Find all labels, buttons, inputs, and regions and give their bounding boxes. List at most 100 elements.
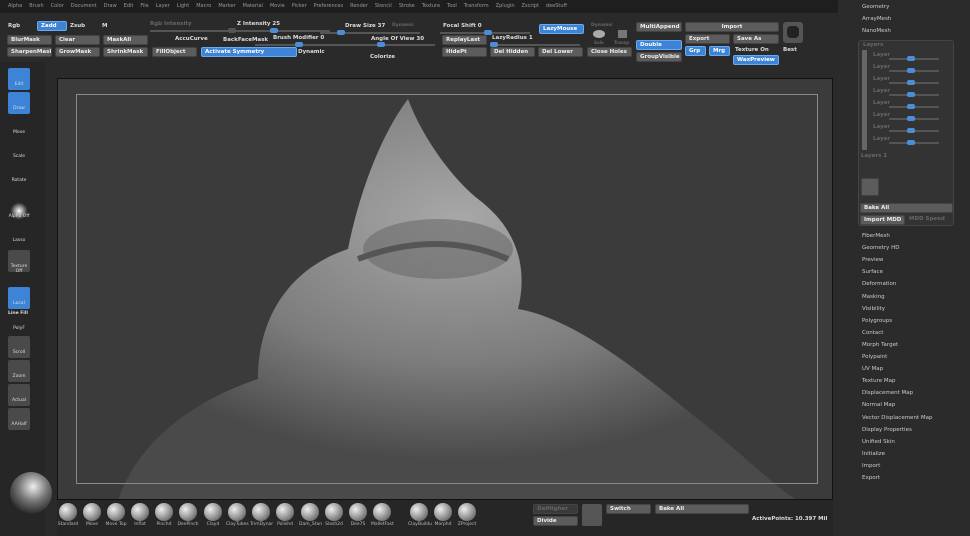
tool-menu-export[interactable]: Export	[862, 475, 880, 481]
layer-slot[interactable]: Layer	[873, 76, 890, 82]
growmask-button[interactable]: GrowMask	[55, 47, 100, 57]
menu-document[interactable]: Document	[71, 3, 97, 10]
brush-16[interactable]: ZProject	[456, 503, 478, 527]
layer-intensity-slider[interactable]	[889, 118, 939, 120]
mrg-button[interactable]: Mrg	[709, 46, 730, 56]
focal-shift-slider[interactable]: Focal Shift 0	[443, 23, 482, 29]
layer-intensity-slider[interactable]	[889, 58, 939, 60]
menu-edit[interactable]: Edit	[124, 3, 134, 10]
clear-mask-button[interactable]: Clear	[55, 35, 100, 45]
menu-macro[interactable]: Macro	[196, 3, 211, 10]
import-mdd-button[interactable]: Import MDD	[860, 215, 905, 225]
menu-stencil[interactable]: Stencil	[375, 3, 392, 10]
angle-of-view-track[interactable]	[345, 44, 435, 46]
z-intensity-slider[interactable]: Z Intensity 25	[237, 21, 280, 27]
tool-menu-polypaint[interactable]: Polypaint	[862, 354, 887, 360]
hidept-button[interactable]: HidePt	[442, 47, 487, 57]
layer-intensity-slider[interactable]	[889, 70, 939, 72]
multiappend-button[interactable]: MultiAppend	[636, 22, 682, 32]
canvas-viewport[interactable]	[57, 78, 833, 500]
tool-menu-morph-target[interactable]: Morph Target	[862, 342, 898, 348]
solo-icon[interactable]	[593, 30, 605, 38]
brush-13[interactable]: MalletFast	[371, 503, 393, 527]
lazyradius-track[interactable]	[490, 44, 580, 46]
maskall-button[interactable]: MaskAll	[103, 35, 148, 45]
brush-5[interactable]: DeePinch	[177, 503, 199, 527]
tool-menu-initialize[interactable]: Initialize	[862, 451, 885, 457]
menu-tool[interactable]: Tool	[447, 3, 457, 10]
polyf-button[interactable]: PolyF	[8, 312, 30, 334]
tool-menu-texture-map[interactable]: Texture Map	[862, 378, 896, 384]
tool-menu-preview[interactable]: Preview	[862, 257, 883, 263]
import-button[interactable]: Import	[685, 22, 779, 32]
dynamic-persp-label[interactable]: Dynamic	[591, 23, 613, 28]
mdd-speed-slider[interactable]: MDD Speed	[909, 216, 945, 222]
actual-button[interactable]: Actual	[8, 384, 30, 406]
backfacemask-toggle[interactable]: BackFaceMask	[223, 37, 268, 43]
tool-menu-import[interactable]: Import	[862, 463, 880, 469]
waxpreview-button[interactable]: WaxPreview	[733, 55, 779, 65]
brush-9[interactable]: Polishd	[274, 503, 296, 527]
texture-button[interactable]: Texture Off	[8, 250, 30, 272]
brush-7[interactable]: ClayTubes	[226, 503, 248, 527]
edit-button[interactable]: Edit	[8, 68, 30, 90]
menu-transform[interactable]: Transform	[464, 3, 489, 10]
lazyradius-slider[interactable]: LazyRadius 1	[492, 35, 533, 41]
menu-preferences[interactable]: Preferences	[314, 3, 343, 10]
tool-menu-polygroups[interactable]: Polygroups	[862, 318, 892, 324]
double-button[interactable]: Double	[636, 40, 682, 50]
blurmask-button[interactable]: BlurMask	[7, 35, 52, 45]
aahalf-button[interactable]: AAHalf	[8, 408, 30, 430]
brush-modifier-track[interactable]	[255, 44, 345, 46]
tool-menu-0[interactable]: Geometry	[862, 4, 889, 10]
shrinkmask-button[interactable]: ShrinkMask	[103, 47, 148, 57]
draw-size-slider[interactable]: Draw Size 37	[345, 23, 385, 29]
brush-1[interactable]: Move	[81, 503, 103, 527]
layer-slot[interactable]: Layer	[873, 136, 890, 142]
layers-title[interactable]: Layers	[863, 42, 883, 48]
dynamic-toggle[interactable]: Dynamic	[298, 49, 325, 55]
transp-icon[interactable]	[618, 30, 627, 38]
bake-all-button[interactable]: Bake All	[655, 504, 749, 514]
zoom-button[interactable]: Zoom	[8, 360, 30, 382]
menu-render[interactable]: Render	[350, 3, 368, 10]
brush-modifier-slider[interactable]: Brush Modifier 0	[273, 35, 324, 41]
tool-menu-masking[interactable]: Masking	[862, 294, 885, 300]
layer-intensity-slider[interactable]	[889, 106, 939, 108]
close-holes-button[interactable]: Close Holes	[587, 47, 632, 57]
menu-movie[interactable]: Movie	[270, 3, 285, 10]
menu-zplugin[interactable]: Zplugin	[496, 3, 515, 10]
brush-11[interactable]: Slash2d	[323, 503, 345, 527]
focal-shift-track[interactable]	[440, 32, 530, 34]
tool-menu-geometry-hd[interactable]: Geometry HD	[862, 245, 900, 251]
brush-2[interactable]: Move Top	[105, 503, 127, 527]
rgb-intensity-slider[interactable]: Rgb Intensity	[150, 21, 192, 27]
menu-draw[interactable]: Draw	[104, 3, 117, 10]
sharpenmask-button[interactable]: SharpenMask	[7, 47, 52, 57]
layer-slot[interactable]: Layer	[873, 112, 890, 118]
z-intensity-track[interactable]	[240, 30, 330, 32]
tool-menu-contact[interactable]: Contact	[862, 330, 883, 336]
draw-button[interactable]: Draw	[8, 92, 30, 114]
accucurve-toggle[interactable]: AccuCurve	[175, 36, 208, 42]
menu-brush[interactable]: Brush	[29, 3, 43, 10]
brush-0[interactable]: Standard	[57, 503, 79, 527]
mesh-toggle-button[interactable]	[582, 504, 602, 526]
tool-menu-fibermesh[interactable]: FiberMesh	[862, 233, 890, 239]
tool-thumbnail[interactable]	[783, 22, 803, 43]
menu-alpha[interactable]: Alpha	[8, 3, 22, 10]
menu-file[interactable]: File	[140, 3, 148, 10]
layer-slot[interactable]: Layer	[873, 52, 890, 58]
menu-deestuff[interactable]: deeStuff	[546, 3, 567, 10]
best-toggle[interactable]: Best	[783, 47, 797, 53]
export-button[interactable]: Export	[685, 34, 730, 44]
menu-marker[interactable]: Marker	[218, 3, 235, 10]
rgb-intensity-track[interactable]	[150, 30, 240, 32]
switch-button[interactable]: Switch	[606, 504, 651, 514]
layer-intensity-slider[interactable]	[889, 94, 939, 96]
tool-menu-1[interactable]: ArrayMesh	[862, 16, 891, 22]
activate-symmetry-button[interactable]: Activate Symmetry	[201, 47, 297, 57]
brush-15[interactable]: Morphd	[432, 503, 454, 527]
menu-light[interactable]: Light	[177, 3, 189, 10]
tool-menu-surface[interactable]: Surface	[862, 269, 883, 275]
